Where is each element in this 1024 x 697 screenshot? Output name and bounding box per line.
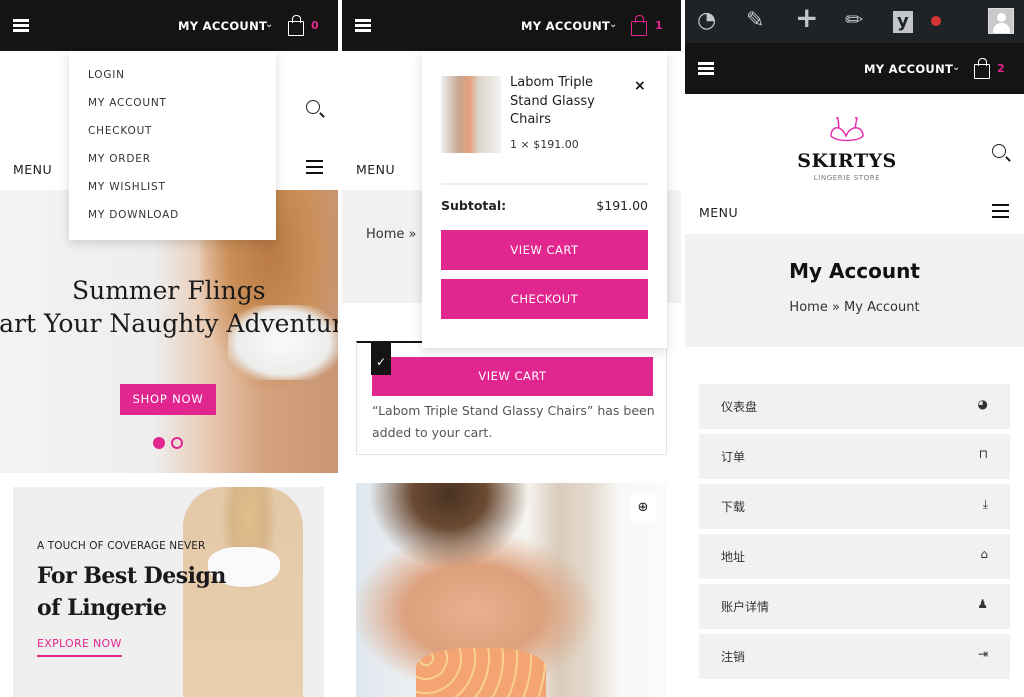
menu-label[interactable]: MENU <box>356 162 395 177</box>
account-nav-label: 注销 <box>721 650 746 664</box>
search-icon[interactable] <box>306 100 320 114</box>
mini-cart-popup: Labom Triple Stand Glassy Chairs 1 × $19… <box>422 51 667 348</box>
divider <box>441 183 648 185</box>
account-nav-label: 账户详情 <box>721 600 770 614</box>
account-nav-addresses[interactable]: 地址 ⌂ <box>699 534 1010 579</box>
notice-message: “Labom Triple Stand Glassy Chairs” has b… <box>372 403 655 440</box>
logo-name: SKIRTYS <box>797 150 897 172</box>
user-avatar[interactable] <box>988 8 1014 34</box>
chevron-down-icon[interactable]: ⌄ <box>265 19 273 30</box>
dropdown-item-my-download[interactable]: MY DOWNLOAD <box>88 209 179 221</box>
my-account-link[interactable]: MY ACCOUNT <box>178 19 267 33</box>
bra-logo-icon <box>830 117 864 142</box>
yoast-icon[interactable]: y <box>893 11 913 33</box>
dropdown-item-my-wishlist[interactable]: MY WISHLIST <box>88 181 166 193</box>
shop-now-button[interactable]: SHOP NOW <box>120 384 216 415</box>
logo-tagline: LINGERIE STORE <box>813 174 881 182</box>
menu-label[interactable]: MENU <box>699 205 738 220</box>
hamburger-icon[interactable] <box>698 62 714 75</box>
account-nav-label: 地址 <box>721 550 746 564</box>
edit-icon[interactable]: ✏ <box>845 10 863 32</box>
wp-admin-bar: ◔ ✎ + ✏ y <box>685 0 1024 43</box>
dropdown-item-my-order[interactable]: MY ORDER <box>88 153 151 165</box>
cart-bag-icon[interactable] <box>288 15 304 36</box>
site-logo[interactable]: SKIRTYS LINGERIE STORE <box>797 116 897 182</box>
cart-count: 1 <box>655 19 663 32</box>
dropdown-item-login[interactable]: LOGIN <box>88 69 125 81</box>
top-bar: MY ACCOUNT ⌄ 1 <box>342 0 681 51</box>
new-icon[interactable]: + <box>795 4 818 32</box>
cart-count: 2 <box>997 62 1005 75</box>
slider-dot-1[interactable] <box>153 437 165 449</box>
product-image[interactable]: ⊕ <box>356 483 667 697</box>
top-bar: MY ACCOUNT ⌄ 2 <box>685 43 1024 94</box>
checkout-button[interactable]: CHECKOUT <box>441 279 648 319</box>
product-image-detail <box>416 648 546 697</box>
hero-title-line1: Summer Flings <box>72 276 266 305</box>
hamburger-icon[interactable] <box>355 19 371 32</box>
cart-count: 0 <box>311 19 319 32</box>
account-nav-dashboard[interactable]: 仪表盘 ◕ <box>699 384 1010 429</box>
promo-eyebrow: A TOUCH OF COVERAGE NEVER <box>37 540 206 552</box>
download-icon: ⤓ <box>982 497 988 511</box>
menu-hamburger-icon[interactable] <box>306 160 323 174</box>
cart-bag-icon[interactable] <box>974 58 990 79</box>
home-icon: ⌂ <box>980 547 988 561</box>
account-dropdown: LOGIN MY ACCOUNT CHECKOUT MY ORDER MY WI… <box>69 51 276 240</box>
hamburger-icon[interactable] <box>13 19 29 32</box>
subtotal-label: Subtotal: <box>441 198 507 213</box>
top-bar: MY ACCOUNT ⌄ 0 <box>0 0 338 51</box>
remove-item-icon[interactable]: × <box>634 78 646 94</box>
account-nav-label: 下载 <box>721 500 746 514</box>
cart-item-name[interactable]: Labom Triple Stand Glassy Chairs <box>510 74 620 130</box>
panel-mini-cart: MY ACCOUNT ⌄ 1 MENU Home » VIEW CART ✓ “… <box>342 0 681 697</box>
basket-icon: ⊓ <box>978 447 988 461</box>
slider-dot-2[interactable] <box>171 437 183 449</box>
account-nav-downloads[interactable]: 下载 ⤓ <box>699 484 1010 529</box>
dropdown-item-checkout[interactable]: CHECKOUT <box>88 125 152 137</box>
panel-home-account-menu: MY ACCOUNT ⌄ 0 MENU Summer Flings Start … <box>0 0 338 697</box>
search-icon[interactable] <box>992 144 1006 158</box>
account-nav-label: 仪表盘 <box>721 400 758 414</box>
dashboard-icon: ◕ <box>977 397 988 411</box>
customize-icon[interactable]: ✎ <box>746 10 764 32</box>
page-title: My Account <box>789 259 920 283</box>
subtotal-value: $191.00 <box>596 198 648 213</box>
account-nav-account-details[interactable]: 账户详情 ♟ <box>699 584 1010 629</box>
cart-item-thumbnail[interactable] <box>441 76 501 153</box>
hero-title-line2: Start Your Naughty Adventure <box>0 309 338 338</box>
dropdown-item-my-account[interactable]: MY ACCOUNT <box>88 97 167 109</box>
view-cart-button[interactable]: VIEW CART <box>441 230 648 270</box>
panel-my-account: ◔ ✎ + ✏ y MY ACCOUNT ⌄ 2 SKIRTYS LINGERI… <box>685 0 1024 697</box>
notice-view-cart-button[interactable]: VIEW CART <box>372 357 653 396</box>
cart-item-qty-price: 1 × $191.00 <box>510 138 579 151</box>
chevron-down-icon[interactable]: ⌄ <box>952 62 960 73</box>
chevron-down-icon[interactable]: ⌄ <box>609 19 617 30</box>
zoom-in-icon[interactable]: ⊕ <box>630 495 656 521</box>
page-title-band: My Account Home » My Account <box>685 234 1024 347</box>
account-nav-logout[interactable]: 注销 ⇥ <box>699 634 1010 679</box>
dashboard-icon[interactable]: ◔ <box>697 10 716 32</box>
check-icon: ✓ <box>371 341 391 375</box>
cart-bag-icon[interactable] <box>631 15 647 36</box>
logout-icon: ⇥ <box>977 647 988 661</box>
promo-banner: A TOUCH OF COVERAGE NEVER For Best Desig… <box>13 487 324 697</box>
my-account-link[interactable]: MY ACCOUNT <box>521 19 610 33</box>
promo-heading-line2: of Lingerie <box>37 595 167 621</box>
menu-hamburger-icon[interactable] <box>992 204 1009 218</box>
promo-heading-line1: For Best Design <box>37 563 226 589</box>
my-account-link[interactable]: MY ACCOUNT <box>864 62 953 76</box>
promo-model-image <box>183 487 303 697</box>
notification-dot <box>931 16 941 26</box>
account-nav-label: 订单 <box>721 450 746 464</box>
account-nav-orders[interactable]: 订单 ⊓ <box>699 434 1010 479</box>
explore-now-link[interactable]: EXPLORE NOW <box>37 637 122 657</box>
breadcrumb[interactable]: Home » My Account <box>685 300 1024 315</box>
breadcrumb[interactable]: Home » <box>366 227 416 242</box>
user-icon: ♟ <box>977 597 988 611</box>
cart-added-notice: VIEW CART ✓ “Labom Triple Stand Glassy C… <box>356 341 667 455</box>
menu-label[interactable]: MENU <box>13 162 52 177</box>
